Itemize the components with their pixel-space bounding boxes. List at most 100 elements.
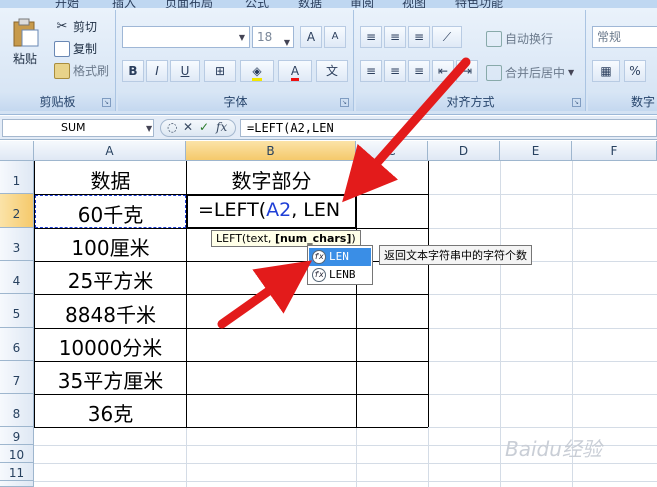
number-format-value: 常规 (597, 30, 622, 44)
paintbrush-icon (54, 62, 70, 79)
font-size-dropdown[interactable]: 18 ▼ (252, 26, 294, 48)
formula-bar: SUM ▼ ◌ ✕ ✓ fx =LEFT(A2,LEN (0, 116, 657, 140)
row-header (0, 481, 34, 487)
spreadsheet-grid: A B C D E F 1 2 3 4 5 6 7 8 9 10 11 数据 数… (0, 141, 657, 487)
row-header[interactable]: 1 (0, 161, 34, 194)
border-button[interactable]: ⊞ (204, 60, 236, 82)
column-header-c[interactable]: C (356, 141, 428, 161)
cell-a4[interactable]: 25平方米 (35, 265, 186, 294)
cell-a8[interactable]: 36克 (35, 398, 186, 427)
row-header[interactable]: 2 (0, 194, 34, 228)
function-icon: fx (312, 250, 326, 264)
fill-color-button[interactable]: ◈ (240, 60, 274, 82)
formula-input[interactable]: =LEFT(A2,LEN (240, 119, 657, 137)
select-all-corner[interactable] (0, 141, 34, 161)
underline-button[interactable]: U (170, 60, 200, 82)
row-header[interactable]: 7 (0, 361, 34, 394)
autocomplete-item-len[interactable]: fx LEN (309, 248, 371, 266)
cut-button[interactable]: ✂ 剪切 (54, 18, 97, 35)
align-right-button[interactable]: ≡ (408, 60, 430, 82)
currency-icon: ▦ (600, 64, 612, 78)
cancel-icon[interactable]: ✕ (183, 120, 193, 134)
column-header-f[interactable]: F (572, 141, 657, 161)
row-header[interactable]: 9 (0, 427, 34, 445)
align-middle-button[interactable]: ≡ (384, 26, 406, 48)
grow-font-button[interactable]: A (300, 26, 322, 48)
decrease-indent-button[interactable]: ⇤ (432, 60, 454, 82)
column-header-d[interactable]: D (428, 141, 500, 161)
bold-button[interactable]: B (122, 60, 144, 82)
wrap-text-icon (486, 30, 502, 47)
scissors-icon: ✂ (56, 18, 68, 34)
font-name-dropdown[interactable]: ▼ (122, 26, 250, 48)
number-format-dropdown[interactable]: 常规 (592, 26, 657, 48)
row-header[interactable]: 6 (0, 328, 34, 361)
clipboard-launcher-icon[interactable]: ↘ (102, 98, 111, 107)
chevron-down-icon[interactable]: ▼ (146, 124, 152, 133)
cell-b1[interactable]: 数字部分 (187, 165, 356, 194)
number-group-label: 数字 (588, 93, 657, 111)
italic-button[interactable]: I (146, 60, 168, 82)
font-color-icon: A (290, 64, 300, 81)
alignment-launcher-icon[interactable]: ↘ (572, 98, 581, 107)
merge-center-button[interactable]: 合并后居中 ▼ (486, 64, 574, 81)
currency-button[interactable]: ▦ (592, 60, 620, 82)
gridline (428, 427, 429, 487)
gridline (34, 463, 657, 464)
formula-buttons: ◌ ✕ ✓ fx (160, 119, 236, 137)
row-header[interactable]: 4 (0, 261, 34, 294)
name-box[interactable]: SUM (2, 119, 154, 137)
align-top-button[interactable]: ≡ (360, 26, 382, 48)
merge-cells-icon (486, 64, 502, 81)
column-header-b[interactable]: B (186, 141, 356, 161)
format-painter-button[interactable]: 格式刷 (54, 62, 109, 79)
wrap-text-label: 自动换行 (505, 32, 554, 46)
row-header[interactable]: 5 (0, 294, 34, 328)
confirm-icon[interactable]: ✓ (199, 120, 209, 134)
gridline (186, 427, 187, 487)
insert-function-icon[interactable]: fx (216, 120, 227, 134)
row-header[interactable]: 10 (0, 445, 34, 463)
paste-button[interactable]: 粘贴 (10, 18, 40, 67)
font-color-button[interactable]: A (278, 60, 312, 82)
orientation-button[interactable]: ⟋ (432, 26, 462, 48)
table-border (34, 427, 428, 428)
copy-button[interactable]: 复制 (54, 40, 97, 57)
copy-icon (54, 40, 70, 57)
formula-suffix: , LEN (291, 199, 341, 221)
phonetic-button[interactable]: 文 (316, 60, 348, 82)
watermark: Baidu经验 (505, 437, 602, 461)
align-top-icon: ≡ (365, 30, 377, 44)
cell-a2[interactable]: 60千克 (35, 199, 186, 228)
cell-a7[interactable]: 35平方厘米 (35, 365, 186, 394)
row-header[interactable]: 8 (0, 394, 34, 427)
cell-a6[interactable]: 10000分米 (35, 332, 186, 361)
cell-a5[interactable]: 8848千米 (35, 299, 186, 328)
autocomplete-label: LEN (329, 250, 349, 263)
column-header-e[interactable]: E (500, 141, 572, 161)
row-header[interactable]: 3 (0, 228, 34, 261)
column-header-a[interactable]: A (34, 141, 186, 161)
autocomplete-item-lenb[interactable]: fx LENB (309, 266, 371, 284)
wrap-text-button[interactable]: 自动换行 (486, 30, 553, 47)
align-bottom-button[interactable]: ≡ (408, 26, 430, 48)
cell-a1[interactable]: 数据 (35, 165, 186, 194)
align-center-button[interactable]: ≡ (384, 60, 406, 82)
gridline (34, 481, 657, 482)
cell-a3[interactable]: 100厘米 (35, 232, 186, 261)
circle-icon: ◌ (167, 120, 178, 134)
row-header[interactable]: 11 (0, 463, 34, 481)
decrease-indent-icon: ⇤ (437, 64, 449, 78)
cell-b2-editor[interactable]: =LEFT(A2, LEN (198, 199, 340, 221)
align-middle-icon: ≡ (389, 30, 401, 44)
paste-label: 粘贴 (12, 52, 37, 66)
shrink-font-button[interactable]: A (324, 26, 346, 48)
number-group: 常规 ▦ % 数字 (588, 10, 657, 111)
font-launcher-icon[interactable]: ↘ (340, 98, 349, 107)
chevron-down-icon: ▼ (568, 68, 575, 77)
percent-button[interactable]: % (624, 60, 646, 82)
align-left-button[interactable]: ≡ (360, 60, 382, 82)
function-icon: fx (312, 268, 326, 282)
ribbon-tab-strip: 开始 插入 页面布局 公式 数据 审阅 视图 特色功能 (0, 0, 657, 10)
increase-indent-button[interactable]: ⇥ (456, 60, 478, 82)
